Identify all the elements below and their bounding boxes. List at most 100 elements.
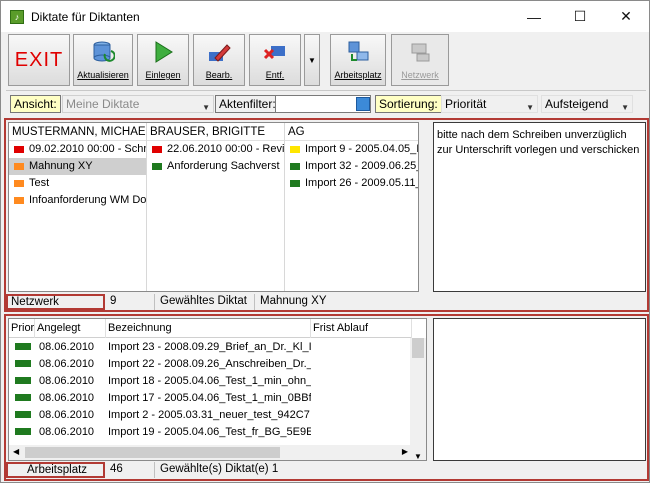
refresh-database-icon [93, 41, 115, 62]
more-dropdown-button[interactable]: ▼ [304, 34, 320, 86]
chevron-down-icon: ▼ [621, 103, 629, 112]
window-title: Diktate für Diktanten [31, 9, 140, 24]
einlegen-button[interactable]: Einlegen [137, 34, 189, 86]
list-item[interactable]: Infoanforderung WM Do [9, 192, 146, 209]
arbeitsplatz-table: Prior Angelegt Bezeichnung Frist Ablauf … [8, 318, 427, 461]
search-icon[interactable] [356, 97, 370, 111]
play-icon [155, 41, 173, 63]
vertical-scrollbar[interactable]: ▼ [410, 338, 426, 460]
toolbar: EXIT Aktualisieren Einlegen Bearb. Entf.… [6, 34, 646, 86]
priority-icon [14, 197, 24, 204]
chevron-down-icon: ▼ [526, 103, 534, 112]
order-value: Aufsteigend [545, 97, 609, 111]
column-header-angelegt[interactable]: Angelegt [35, 319, 106, 338]
status-section-name: Arbeitsplatz [6, 462, 105, 478]
table-row[interactable]: 08.06.2010 Import 2 - 2005.03.31_neuer_te… [9, 406, 412, 423]
arbeitsplatz-button[interactable]: Arbeitsplatz [330, 34, 386, 86]
column-header-bezeichnung[interactable]: Bezeichnung [106, 319, 311, 338]
order-select[interactable]: Aufsteigend ▼ [541, 95, 633, 113]
maximize-button[interactable]: ☐ [557, 1, 603, 32]
entfernen-button[interactable]: Entf. [249, 34, 301, 86]
netzwerk-panel: MUSTERMANN, MICHAEL 09.02.2010 00:00 - S… [4, 118, 649, 312]
status-section-name: Netzwerk [6, 294, 105, 310]
dropdown-arrow-icon: ▼ [308, 55, 316, 65]
column-header[interactable]: BRAUSER, BRIGITTE [147, 123, 284, 141]
list-item[interactable]: Anforderung Sachverst [147, 158, 284, 175]
diktant-grid: MUSTERMANN, MICHAEL 09.02.2010 00:00 - S… [8, 122, 419, 292]
list-item[interactable]: Import 32 - 2009.06.25_I [285, 158, 418, 175]
network-icon [411, 43, 430, 62]
einlegen-label: Einlegen [145, 70, 181, 80]
ansicht-select[interactable]: Meine Diktate ▼ [62, 95, 214, 113]
minimize-button[interactable]: — [511, 1, 557, 32]
column-header[interactable]: MUSTERMANN, MICHAEL [9, 123, 146, 141]
table-row[interactable]: 08.06.2010 Import 17 - 2005.04.06_Test_1_… [9, 389, 412, 406]
list-item[interactable]: Import 26 - 2009.05.11_I [285, 175, 418, 192]
list-item[interactable]: Test [9, 175, 146, 192]
exit-button[interactable]: EXIT [8, 34, 70, 86]
priority-icon [14, 180, 24, 187]
app-window: ♪ Diktate für Diktanten — ☐ ✕ EXIT Aktua… [0, 0, 650, 483]
list-item[interactable]: 22.06.2010 00:00 - Revi [147, 141, 284, 158]
list-item-selected[interactable]: Mahnung XY [9, 158, 146, 175]
sortierung-value: Priorität [445, 97, 487, 111]
priority-icon [152, 163, 162, 170]
list-item[interactable]: Import 9 - 2005.04.05_Im [285, 141, 418, 158]
delete-icon [263, 46, 285, 60]
app-icon: ♪ [10, 9, 24, 24]
bearbeiten-button[interactable]: Bearb. [193, 34, 245, 86]
sortierung-select[interactable]: Priorität ▼ [441, 95, 538, 113]
scroll-right-icon[interactable]: ▶ [402, 447, 408, 456]
status-selected-label: Gewählte(s) Diktat(e) 1 [160, 463, 279, 475]
scrollbar-thumb[interactable] [25, 447, 280, 458]
priority-icon [14, 146, 24, 153]
diktat-note: bitte nach dem Schreiben unverzüglich zu… [433, 122, 646, 292]
aktualisieren-button[interactable]: Aktualisieren [73, 34, 133, 86]
scroll-left-icon[interactable]: ◀ [13, 447, 19, 456]
arbeitsplatz-note [433, 318, 646, 461]
netzwerk-status-bar: Netzwerk 9 Gewähltes Diktat Mahnung XY [6, 293, 647, 311]
priority-icon [15, 394, 31, 401]
column-mustermann: MUSTERMANN, MICHAEL 09.02.2010 00:00 - S… [9, 123, 147, 291]
column-header[interactable]: AG [285, 123, 418, 141]
priority-icon [15, 343, 31, 350]
scrollbar-thumb[interactable] [412, 338, 424, 358]
column-header-frist[interactable]: Frist Ablauf [311, 319, 412, 338]
entfernen-label: Entf. [265, 70, 285, 80]
priority-icon [290, 146, 300, 153]
aktenfilter-label: Aktenfilter: [215, 95, 280, 113]
column-brauser: BRAUSER, BRIGITTE 22.06.2010 00:00 - Rev… [147, 123, 285, 291]
netzwerk-label: Netzwerk [401, 70, 439, 80]
ansicht-value: Meine Diktate [66, 97, 140, 111]
netzwerk-button[interactable]: Netzwerk [391, 34, 449, 86]
table-row[interactable]: 08.06.2010 Import 23 - 2008.09.29_Brief_a… [9, 338, 412, 355]
arbeitsplatz-status-bar: Arbeitsplatz 46 Gewählte(s) Diktat(e) 1 [6, 461, 647, 479]
table-row[interactable]: 08.06.2010 Import 18 - 2005.04.06_Test_1_… [9, 372, 412, 389]
horizontal-scrollbar[interactable]: ◀ ▶ [9, 445, 412, 460]
arbeitsplatz-panel: Prior Angelegt Bezeichnung Frist Ablauf … [4, 314, 649, 481]
status-selected-value: Mahnung XY [260, 295, 327, 307]
bearbeiten-label: Bearb. [205, 70, 233, 80]
table-row[interactable]: 08.06.2010 Import 19 - 2005.04.06_Test_fr… [9, 423, 412, 440]
ansicht-label: Ansicht: [10, 95, 61, 113]
priority-icon [14, 163, 24, 170]
table-header: Prior Angelegt Bezeichnung Frist Ablauf [9, 319, 412, 338]
edit-pencil-icon [209, 44, 231, 62]
priority-icon [15, 411, 31, 418]
list-item[interactable]: 09.02.2010 00:00 - Schr [9, 141, 146, 158]
sortierung-label: Sortierung: [375, 95, 442, 113]
column-header-prior[interactable]: Prior [9, 319, 35, 338]
priority-icon [15, 377, 31, 384]
close-button[interactable]: ✕ [603, 1, 649, 32]
chevron-down-icon: ▼ [202, 103, 210, 112]
table-row[interactable]: 08.06.2010 Import 22 - 2008.09.26_Anschre… [9, 355, 412, 372]
priority-icon [152, 146, 162, 153]
workstation-icon [348, 41, 369, 61]
status-count: 9 [105, 294, 155, 310]
filter-bar: Ansicht: Meine Diktate ▼ Aktenfilter: So… [6, 90, 646, 116]
status-selected-label: Gewähltes Diktat [155, 294, 255, 310]
scroll-down-icon[interactable]: ▼ [414, 452, 422, 460]
aktualisieren-label: Aktualisieren [77, 70, 129, 80]
column-ag: AG Import 9 - 2005.04.05_Im Import 32 - … [285, 123, 418, 291]
priority-icon [290, 163, 300, 170]
